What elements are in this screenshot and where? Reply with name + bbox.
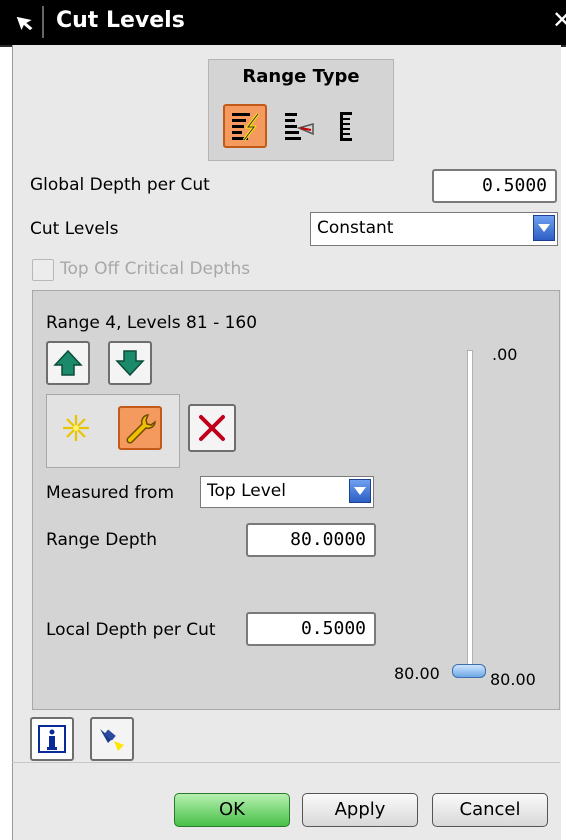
top-off-label: Top Off Critical Depths — [60, 259, 251, 279]
slider-top-label: .00 — [492, 345, 518, 364]
measured-from-dropdown[interactable]: Top Level — [200, 476, 374, 508]
slider-right-label: 80.00 — [490, 670, 536, 689]
flashlight-icon — [100, 729, 124, 751]
window-title: Cut Levels — [56, 8, 185, 33]
local-depth-input[interactable]: 0.5000 — [246, 612, 376, 646]
cut-levels-value: Constant — [317, 218, 394, 238]
global-depth-input[interactable]: 0.5000 — [432, 169, 557, 203]
depth-slider-thumb[interactable] — [452, 664, 486, 678]
info-icon — [38, 725, 66, 753]
measured-from-label: Measured from — [46, 483, 175, 503]
top-off-checkbox[interactable] — [32, 259, 54, 281]
arrow-down-icon — [115, 350, 145, 377]
footer-separator — [12, 762, 560, 763]
single-level-button[interactable] — [325, 104, 369, 148]
user-defined-range-icon — [232, 113, 260, 141]
wrench-icon — [126, 414, 156, 444]
range-type-label: Range Type — [242, 66, 360, 87]
title-divider — [42, 6, 44, 38]
close-icon[interactable]: ✕ — [552, 6, 566, 34]
single-level-icon — [340, 112, 352, 141]
chevron-down-icon[interactable] — [349, 479, 371, 503]
info-button[interactable] — [30, 717, 74, 761]
measured-from-value: Top Level — [207, 481, 286, 501]
cursor-arrow-icon — [16, 16, 33, 31]
arrow-up-icon — [53, 349, 83, 376]
cancel-button[interactable]: Cancel — [432, 793, 548, 827]
chevron-down-icon[interactable] — [533, 215, 555, 241]
range-down-button[interactable] — [108, 341, 152, 385]
global-depth-label: Global Depth per Cut — [30, 175, 210, 195]
cut-levels-label: Cut Levels — [30, 219, 119, 239]
ok-button[interactable]: OK — [174, 793, 290, 827]
display-button[interactable] — [90, 717, 134, 761]
add-range-button[interactable] — [54, 406, 98, 450]
range-up-button[interactable] — [46, 341, 90, 385]
local-depth-label: Local Depth per Cut — [46, 620, 216, 640]
single-range-button[interactable] — [277, 104, 321, 148]
delete-range-button[interactable] — [188, 404, 236, 452]
delete-icon — [199, 415, 225, 441]
range-heading: Range 4, Levels 81 - 160 — [46, 313, 258, 333]
single-range-icon — [285, 113, 314, 140]
title-bar: Cut Levels ✕ — [0, 0, 566, 47]
range-depth-input[interactable]: 80.0000 — [246, 523, 376, 557]
apply-button[interactable]: Apply — [302, 793, 418, 827]
edit-range-button[interactable] — [118, 406, 162, 450]
range-type-group: Range Type — [208, 59, 394, 161]
user-defined-range-button[interactable] — [223, 104, 267, 148]
depth-slider-track[interactable] — [467, 350, 473, 670]
slider-left-label: 80.00 — [394, 664, 440, 683]
range-depth-label: Range Depth — [46, 530, 158, 550]
sparkle-icon — [63, 415, 89, 441]
cut-levels-dropdown[interactable]: Constant — [310, 212, 558, 246]
